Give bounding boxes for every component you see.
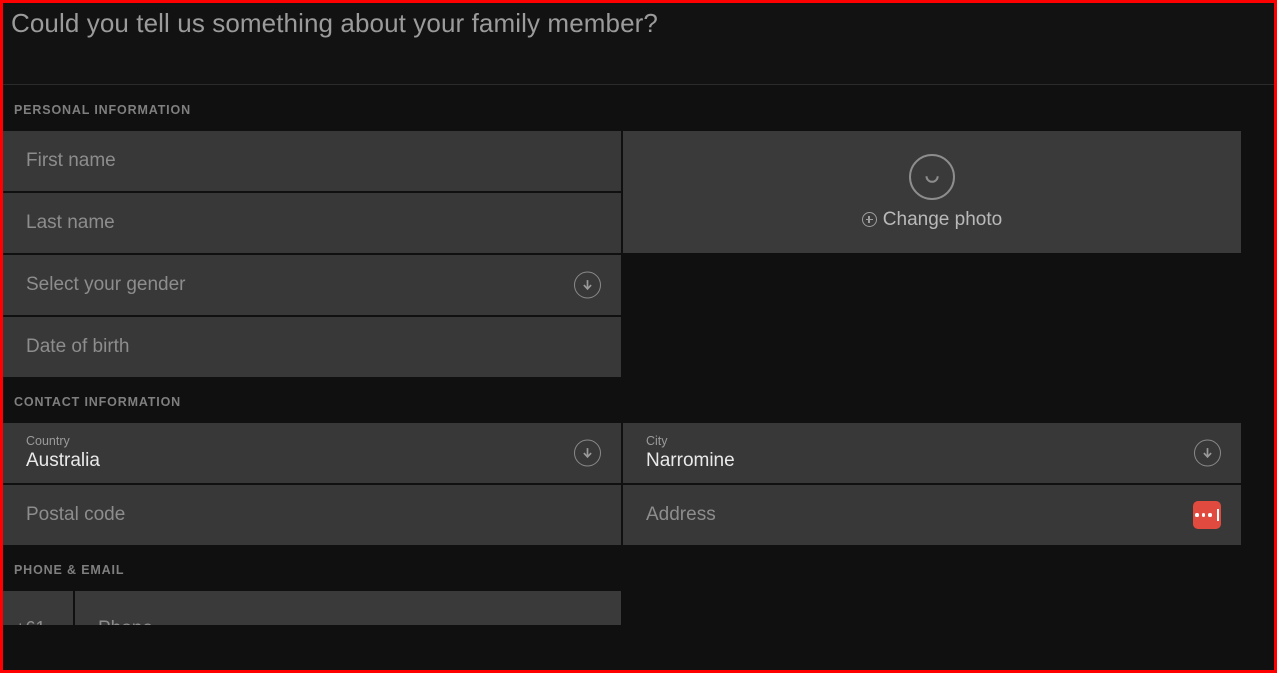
- date-of-birth-placeholder: Date of birth: [26, 336, 130, 357]
- phone-number-input[interactable]: Phone: [75, 591, 621, 625]
- change-photo-label: Change photo: [882, 208, 1003, 230]
- red-ellipsis-button[interactable]: [1193, 501, 1221, 529]
- section-label-phone-email: PHONE & EMAIL: [14, 563, 125, 577]
- photo-column: Change photo: [623, 131, 1241, 377]
- contact-row-postal-address: Postal code Address: [3, 485, 1274, 545]
- address-trailing[interactable]: [1193, 501, 1221, 529]
- postal-code-input[interactable]: Postal code: [3, 485, 621, 545]
- text-caret-icon: [1216, 509, 1219, 521]
- address-column: Address: [623, 485, 1241, 545]
- page-header: Could you tell us something about your f…: [3, 3, 1274, 85]
- phone-email-form: +61 Phone: [3, 591, 1274, 625]
- address-placeholder: Address: [646, 504, 716, 525]
- smiley-face-icon: [909, 153, 955, 200]
- city-column: City Narromine: [623, 423, 1241, 483]
- country-value: Australia: [26, 450, 100, 471]
- country-dropdown-trailing[interactable]: [574, 439, 601, 467]
- phone-country-code-placeholder: +61: [15, 618, 46, 625]
- dot-icon: [1195, 513, 1199, 517]
- change-photo-panel[interactable]: Change photo: [623, 131, 1241, 253]
- country-select[interactable]: Country Australia: [3, 423, 621, 483]
- personal-information-form: First name Last name Select your gender: [3, 131, 1274, 377]
- first-name-input[interactable]: First name: [3, 131, 621, 191]
- plus-circle-icon: [861, 212, 877, 227]
- country-column: Country Australia: [3, 423, 621, 483]
- last-name-input[interactable]: Last name: [3, 193, 621, 253]
- city-select[interactable]: City Narromine: [623, 423, 1241, 483]
- personal-fields-column: First name Last name Select your gender: [3, 131, 621, 377]
- contact-row-country-city: Country Australia City Narromine: [3, 423, 1274, 483]
- gender-dropdown-trailing[interactable]: [574, 271, 601, 299]
- change-photo-action[interactable]: Change photo: [861, 208, 1003, 231]
- screenshot-frame: Could you tell us something about your f…: [0, 0, 1277, 673]
- circle-down-arrow-icon: [574, 439, 601, 467]
- date-of-birth-input[interactable]: Date of birth: [3, 317, 621, 377]
- personal-row: First name Last name Select your gender: [3, 131, 1274, 377]
- circle-down-arrow-icon: [1194, 439, 1221, 467]
- circle-down-arrow-icon: [574, 271, 601, 299]
- first-name-placeholder: First name: [26, 150, 116, 171]
- phone-number-placeholder: Phone: [98, 618, 153, 625]
- page-title: Could you tell us something about your f…: [11, 8, 658, 38]
- city-dropdown-trailing[interactable]: [1194, 439, 1221, 467]
- last-name-placeholder: Last name: [26, 212, 115, 233]
- phone-country-code-input[interactable]: +61: [3, 591, 73, 625]
- country-label: Country: [26, 434, 70, 448]
- postal-code-column: Postal code: [3, 485, 621, 545]
- gender-select[interactable]: Select your gender: [3, 255, 621, 315]
- gender-placeholder: Select your gender: [26, 274, 186, 295]
- city-label: City: [646, 434, 668, 448]
- postal-code-placeholder: Postal code: [26, 504, 126, 525]
- section-label-contact-information: CONTACT INFORMATION: [14, 395, 182, 409]
- app-window: Could you tell us something about your f…: [3, 3, 1274, 670]
- section-label-personal-information: PERSONAL INFORMATION: [14, 103, 191, 117]
- contact-information-form: Country Australia City Narromine Postal …: [3, 423, 1274, 545]
- city-value: Narromine: [646, 450, 735, 471]
- dot-icon: [1201, 513, 1206, 517]
- address-input[interactable]: Address: [623, 485, 1241, 545]
- dot-icon: [1208, 513, 1212, 517]
